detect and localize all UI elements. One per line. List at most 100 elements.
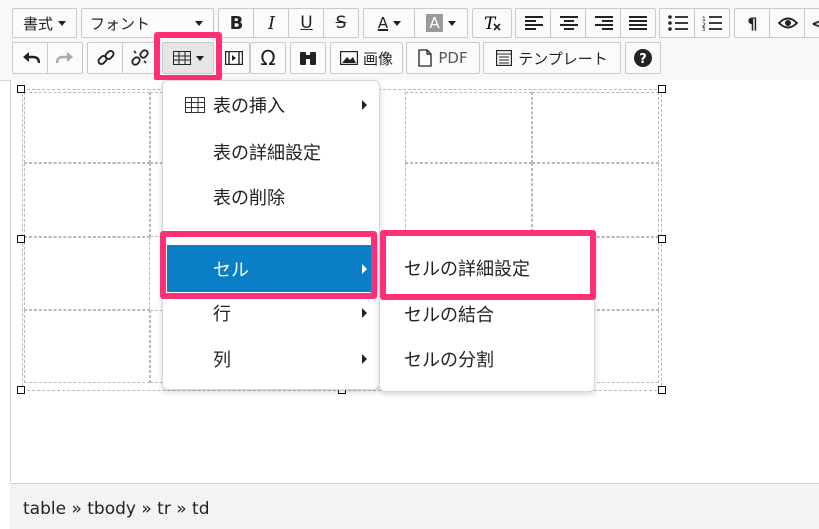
menu-item-label: 表の削除 xyxy=(213,188,285,209)
cell-item-highlight xyxy=(160,231,377,299)
bullet-list-button[interactable] xyxy=(659,8,695,38)
align-left-button[interactable] xyxy=(515,8,551,38)
chevron-down-icon xyxy=(58,20,66,26)
element-path[interactable]: table » tbody » tr » td xyxy=(23,499,210,519)
pdf-button-label: PDF xyxy=(438,49,468,67)
pdf-button[interactable]: PDF xyxy=(406,42,480,74)
resize-handle[interactable] xyxy=(17,386,25,394)
background-color-button[interactable]: A xyxy=(414,8,468,38)
redo-icon xyxy=(56,52,73,64)
table-cell[interactable] xyxy=(24,310,150,383)
table-cell[interactable] xyxy=(532,163,659,237)
align-left-icon xyxy=(524,16,543,30)
media-button[interactable] xyxy=(218,42,250,74)
unlink-icon xyxy=(131,49,149,66)
link-button[interactable] xyxy=(87,42,123,74)
help-button[interactable]: ? xyxy=(625,42,661,74)
menu-item-table-properties[interactable]: 表の詳細設定 xyxy=(163,130,379,174)
bold-button[interactable]: B xyxy=(218,8,254,38)
table-button-highlight xyxy=(154,32,222,81)
table-cell[interactable] xyxy=(405,92,532,163)
document-icon xyxy=(418,49,433,67)
image-button[interactable]: 画像 xyxy=(330,42,403,74)
find-replace-button[interactable] xyxy=(290,42,326,74)
table-cell[interactable] xyxy=(24,237,150,310)
table-icon xyxy=(185,97,205,113)
italic-button[interactable]: I xyxy=(253,8,289,38)
underline-icon: U xyxy=(300,13,313,33)
chevron-right-icon xyxy=(362,100,367,110)
strikethrough-icon: S xyxy=(335,13,347,33)
chevron-right-icon xyxy=(362,308,367,318)
table-cell[interactable] xyxy=(592,237,659,310)
eye-icon xyxy=(777,17,798,29)
bullet-list-icon xyxy=(667,15,688,31)
text-color-icon: A xyxy=(377,14,389,32)
editor-toolbar: 書式 フォント B I U S A A T 123 ¶ < Ω 画像 PDF テ… xyxy=(0,0,819,81)
template-button-label: テンプレート xyxy=(518,49,608,68)
menu-item-delete-table[interactable]: 表の削除 xyxy=(163,175,379,219)
resize-handle[interactable] xyxy=(658,235,666,243)
code-icon: < xyxy=(811,13,819,33)
menu-item-insert-table[interactable]: 表の挿入 xyxy=(163,83,379,127)
table-cell[interactable] xyxy=(405,163,532,237)
svg-text:3: 3 xyxy=(702,27,705,31)
numbered-list-button[interactable]: 123 xyxy=(694,8,730,38)
text-color-button[interactable]: A xyxy=(363,8,415,38)
template-button[interactable]: テンプレート xyxy=(483,42,621,74)
resize-handle[interactable] xyxy=(658,386,666,394)
clear-formatting-icon: T xyxy=(484,14,501,32)
align-justify-icon xyxy=(629,16,647,30)
format-dropdown[interactable]: 書式 xyxy=(12,8,77,38)
numbered-list-icon: 123 xyxy=(702,16,722,31)
redo-button[interactable] xyxy=(47,42,83,74)
table-cell[interactable] xyxy=(592,310,659,383)
menu-item-label: 表の挿入 xyxy=(213,96,285,117)
cell-properties-highlight xyxy=(380,230,596,300)
film-icon xyxy=(225,51,243,65)
table-cell[interactable] xyxy=(532,92,659,163)
table-cell[interactable] xyxy=(24,163,150,237)
menu-item-label: セルの分割 xyxy=(404,350,494,371)
align-center-button[interactable] xyxy=(550,8,586,38)
format-dropdown-label: 書式 xyxy=(22,14,53,33)
bold-icon: B xyxy=(229,12,244,34)
menu-item-label: 表の詳細設定 xyxy=(213,143,321,164)
clear-formatting-button[interactable]: T xyxy=(472,8,512,38)
image-icon xyxy=(339,51,358,65)
chevron-right-icon xyxy=(362,354,367,364)
font-dropdown-label: フォント xyxy=(90,14,151,33)
link-icon xyxy=(97,50,114,65)
align-right-button[interactable] xyxy=(585,8,621,38)
align-justify-button[interactable] xyxy=(620,8,656,38)
menu-item-label: 行 xyxy=(213,304,231,325)
special-character-button[interactable]: Ω xyxy=(250,42,286,74)
chevron-down-icon xyxy=(393,20,402,26)
binoculars-icon xyxy=(300,52,316,65)
resize-handle[interactable] xyxy=(17,85,25,93)
underline-button[interactable]: U xyxy=(288,8,324,38)
menu-item-label: 列 xyxy=(213,350,231,371)
menu-item-split-cell[interactable]: セルの分割 xyxy=(380,337,594,381)
resize-handle[interactable] xyxy=(17,235,25,243)
element-path-statusbar: table » tbody » tr » td xyxy=(10,483,819,529)
align-right-icon xyxy=(594,16,613,30)
menu-item-label: セルの結合 xyxy=(404,305,494,326)
help-icon: ? xyxy=(634,49,652,67)
pilcrow-icon: ¶ xyxy=(747,13,758,33)
source-code-button[interactable]: < xyxy=(804,8,819,38)
table-cell[interactable] xyxy=(24,92,150,163)
svg-text:?: ? xyxy=(639,52,647,67)
chevron-down-icon xyxy=(447,20,456,26)
paragraph-marks-button[interactable]: ¶ xyxy=(734,8,770,38)
unlink-button[interactable] xyxy=(122,42,158,74)
undo-button[interactable] xyxy=(12,42,48,74)
strikethrough-button[interactable]: S xyxy=(323,8,359,38)
template-icon xyxy=(496,50,513,66)
background-color-icon: A xyxy=(426,14,443,32)
menu-item-column[interactable]: 列 xyxy=(163,337,379,381)
resize-handle[interactable] xyxy=(658,85,666,93)
align-center-icon xyxy=(559,16,578,30)
preview-button[interactable] xyxy=(769,8,805,38)
chevron-down-icon xyxy=(195,21,203,26)
